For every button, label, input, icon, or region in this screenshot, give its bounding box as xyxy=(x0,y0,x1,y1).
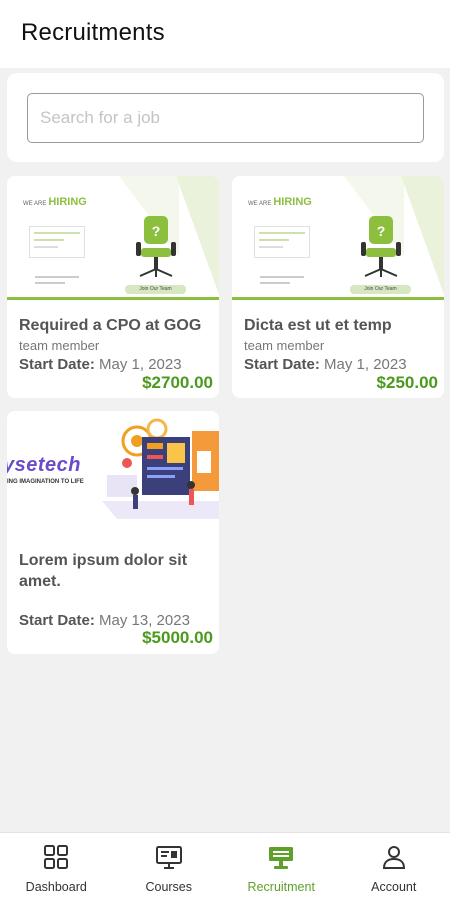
svg-text:?: ? xyxy=(152,223,161,239)
hiring-text: WE ARE HIRING xyxy=(248,196,312,208)
chair-icon: ? xyxy=(361,216,401,277)
app-header: Recruitments xyxy=(0,0,450,68)
contact-lines xyxy=(260,276,304,288)
job-image: WE ARE HIRING ? Join Our Team xyxy=(232,176,444,300)
job-subtitle: team member xyxy=(19,338,100,353)
company-logo: ysetech xyxy=(7,454,81,476)
job-subtitle: team member xyxy=(244,338,325,353)
bottom-nav: Dashboard Courses Recruitment Account xyxy=(0,832,450,900)
nav-recruitment[interactable]: Recruitment xyxy=(225,833,338,900)
hiring-text: WE ARE HIRING xyxy=(23,196,87,208)
nav-label: Account xyxy=(371,880,417,894)
job-card[interactable]: ysetech ING IMAGINATION TO LIFE Lorem ip… xyxy=(7,411,219,654)
search-input[interactable] xyxy=(27,93,424,143)
grid-icon xyxy=(44,845,69,869)
person-icon xyxy=(382,846,405,869)
job-start-date: Start Date: May 13, 2023 xyxy=(19,612,190,629)
courses-icon xyxy=(155,846,182,869)
nav-label: Dashboard xyxy=(25,880,87,894)
job-card[interactable]: WE ARE HIRING ? Join Our Team Dicta est u… xyxy=(232,176,444,398)
nav-courses[interactable]: Courses xyxy=(113,833,226,900)
job-image: ysetech ING IMAGINATION TO LIFE xyxy=(7,411,219,535)
nav-label: Courses xyxy=(145,880,193,894)
job-info-box xyxy=(29,226,85,258)
contact-lines xyxy=(35,276,79,288)
job-price: $250.00 xyxy=(376,373,438,392)
job-card[interactable]: WE ARE HIRING ? Join Our Team Required a … xyxy=(7,176,219,398)
job-title: Dicta est ut et temp xyxy=(244,317,392,334)
company-tagline: ING IMAGINATION TO LIFE xyxy=(7,479,84,485)
nav-dashboard[interactable]: Dashboard xyxy=(0,833,113,900)
page-title: Recruitments xyxy=(21,19,165,46)
search-card xyxy=(7,73,444,162)
recruitment-icon xyxy=(269,847,294,869)
nav-account[interactable]: Account xyxy=(338,833,450,900)
job-start-date: Start Date: May 1, 2023 xyxy=(19,356,182,373)
job-image: WE ARE HIRING ? Join Our Team xyxy=(7,176,219,300)
join-team-label: Join Our Team xyxy=(350,285,411,294)
chair-icon: ? xyxy=(136,216,176,277)
job-price: $2700.00 xyxy=(142,373,213,392)
job-title: Required a CPO at GOG xyxy=(19,317,202,334)
job-price: $5000.00 xyxy=(142,628,213,647)
nav-label: Recruitment xyxy=(247,880,315,894)
job-info-box xyxy=(254,226,310,258)
join-team-label: Join Our Team xyxy=(125,285,186,294)
job-title: Lorem ipsum dolor sit amet. xyxy=(19,552,188,590)
job-start-date: Start Date: May 1, 2023 xyxy=(244,356,407,373)
svg-text:?: ? xyxy=(377,223,386,239)
